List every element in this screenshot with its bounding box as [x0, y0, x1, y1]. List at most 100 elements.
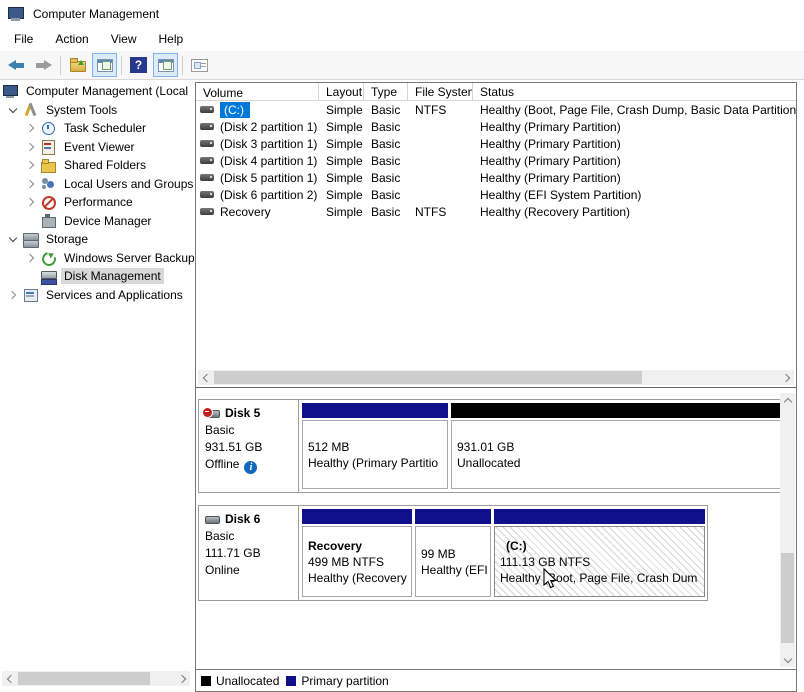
tree-item-disk-management[interactable]: Disk Management: [0, 267, 194, 286]
disk-size: 931.51 GB: [205, 439, 292, 456]
volume-icon: [200, 208, 214, 215]
legend-unallocated: Unallocated: [201, 674, 279, 688]
volume-status: Healthy (Recovery Partition): [473, 205, 796, 219]
tree-item-performance[interactable]: Performance: [0, 193, 194, 212]
menu-view[interactable]: View: [100, 30, 148, 48]
volume-row-disk6-p2[interactable]: (Disk 6 partition 2) Simple Basic Health…: [196, 186, 796, 203]
menu-bar: File Action View Help: [0, 27, 804, 51]
graphical-view-vertical-scrollbar[interactable]: [780, 393, 795, 667]
column-header-volume[interactable]: Volume: [196, 83, 319, 100]
disk6-header[interactable]: Disk 6 Basic 111.71 GB Online: [199, 506, 299, 600]
expand-chevron-icon[interactable]: [22, 119, 40, 137]
expand-chevron-icon[interactable]: [22, 156, 40, 174]
chevron-spacer: [22, 212, 40, 230]
partition-size: 499 MB NTFS: [308, 554, 406, 570]
export-list-button[interactable]: [65, 53, 90, 77]
disk-offline-icon: [205, 410, 220, 418]
action-pane-icon: [158, 59, 174, 72]
expand-chevron-icon[interactable]: [22, 193, 40, 211]
volume-row-disk3-p1[interactable]: (Disk 3 partition 1) Simple Basic Health…: [196, 135, 796, 152]
partition-status: Unallocated: [457, 455, 779, 471]
disk6-efi-partition[interactable]: 99 MB Healthy (EFI: [415, 509, 491, 597]
menu-help[interactable]: Help: [148, 30, 195, 48]
tree-item-storage[interactable]: Storage: [0, 230, 194, 249]
disk6-c-partition-selected[interactable]: (C:) 111.13 GB NTFS Healthy (Boot, Page …: [494, 509, 705, 597]
volume-list-horizontal-scrollbar[interactable]: [198, 370, 794, 385]
expand-chevron-icon[interactable]: [22, 249, 40, 267]
scroll-up-icon[interactable]: [780, 393, 795, 408]
disk6-recovery-partition[interactable]: Recovery 499 MB NTFS Healthy (Recovery: [302, 509, 412, 597]
tree-item-computer-management[interactable]: Computer Management (Local: [0, 82, 194, 101]
legend-label: Primary partition: [301, 674, 388, 688]
volume-row-disk5-p1[interactable]: (Disk 5 partition 1) Simple Basic Health…: [196, 169, 796, 186]
expand-chevron-icon[interactable]: [22, 138, 40, 156]
computer-management-window: Computer Management File Action View Hel…: [0, 0, 804, 692]
expand-chevron-icon[interactable]: [22, 175, 40, 193]
volume-type: Basic: [364, 171, 408, 185]
column-header-type[interactable]: Type: [364, 83, 408, 100]
expand-chevron-icon[interactable]: [4, 286, 22, 304]
partition-size: 512 MB: [308, 439, 442, 455]
column-header-status[interactable]: Status: [473, 83, 796, 100]
title-bar: Computer Management: [0, 0, 804, 27]
tree-item-event-viewer[interactable]: Event Viewer: [0, 138, 194, 157]
disk5-unallocated[interactable]: 931.01 GB Unallocated: [451, 403, 785, 489]
column-header-layout[interactable]: Layout: [319, 83, 364, 100]
disk-state: Offline: [205, 457, 239, 471]
forward-button[interactable]: [31, 53, 56, 77]
scroll-right-icon[interactable]: [779, 370, 794, 385]
scrollbar-thumb[interactable]: [781, 553, 794, 643]
disk-size: 111.71 GB: [205, 545, 292, 562]
show-action-pane-button[interactable]: [153, 53, 178, 77]
device-manager-icon: [41, 214, 56, 227]
column-header-file-system[interactable]: File System: [408, 83, 473, 100]
legend-bar: Unallocated Primary partition: [196, 669, 796, 691]
volume-layout: Simple: [319, 171, 364, 185]
disk-state: Online: [205, 562, 292, 579]
tree-item-task-scheduler[interactable]: Task Scheduler: [0, 119, 194, 138]
volume-row-c[interactable]: (C:) Simple Basic NTFS Healthy (Boot, Pa…: [196, 101, 796, 118]
chevron-spacer: [22, 267, 40, 285]
users-icon: [41, 177, 56, 190]
disk5-row: Disk 5 Basic 931.51 GB Offlinei 512 MB H…: [198, 399, 786, 493]
legend-primary-partition: Primary partition: [286, 674, 388, 688]
tree-item-system-tools[interactable]: System Tools: [0, 101, 194, 120]
volume-row-recovery[interactable]: Recovery Simple Basic NTFS Healthy (Reco…: [196, 203, 796, 220]
disk5-header[interactable]: Disk 5 Basic 931.51 GB Offlinei: [199, 400, 299, 492]
partition-status: Healthy (Primary Partitio: [308, 455, 442, 471]
collapse-chevron-icon[interactable]: [4, 101, 22, 119]
unallocated-bar: [451, 403, 785, 418]
disk5-partition-1[interactable]: 512 MB Healthy (Primary Partitio: [302, 403, 448, 489]
tree-item-shared-folders[interactable]: Shared Folders: [0, 156, 194, 175]
tree-item-device-manager[interactable]: Device Manager: [0, 212, 194, 231]
scroll-down-icon[interactable]: [780, 652, 795, 667]
volume-layout: Simple: [319, 103, 364, 117]
volume-row-disk2-p1[interactable]: (Disk 2 partition 1) Simple Basic Health…: [196, 118, 796, 135]
tree-item-local-users-groups[interactable]: Local Users and Groups: [0, 175, 194, 194]
toolbar-separator: [60, 56, 61, 75]
properties-button[interactable]: [187, 53, 212, 77]
scroll-right-icon[interactable]: [175, 671, 190, 686]
volume-row-disk4-p1[interactable]: (Disk 4 partition 1) Simple Basic Health…: [196, 152, 796, 169]
partition-label: (C:): [500, 538, 699, 554]
menu-file[interactable]: File: [3, 30, 44, 48]
collapse-chevron-icon[interactable]: [4, 230, 22, 248]
scrollbar-thumb[interactable]: [18, 672, 150, 685]
tree-horizontal-scrollbar[interactable]: [2, 671, 190, 686]
volume-type: Basic: [364, 205, 408, 219]
tree-item-windows-server-backup[interactable]: Windows Server Backup: [0, 249, 194, 268]
legend-label: Unallocated: [216, 674, 279, 688]
show-console-tree-button[interactable]: [92, 53, 117, 77]
window-title: Computer Management: [33, 7, 159, 21]
help-button[interactable]: ?: [126, 53, 151, 77]
toolbar-separator: [121, 56, 122, 75]
scroll-left-icon[interactable]: [2, 671, 17, 686]
info-icon[interactable]: i: [244, 461, 257, 474]
tree-item-services-applications[interactable]: Services and Applications: [0, 286, 194, 305]
scrollbar-thumb[interactable]: [214, 371, 642, 384]
back-button[interactable]: [4, 53, 29, 77]
volume-name: Recovery: [220, 205, 271, 219]
menu-action[interactable]: Action: [44, 30, 99, 48]
disk6-partitions: Recovery 499 MB NTFS Healthy (Recovery 9…: [299, 506, 708, 600]
scroll-left-icon[interactable]: [198, 370, 213, 385]
